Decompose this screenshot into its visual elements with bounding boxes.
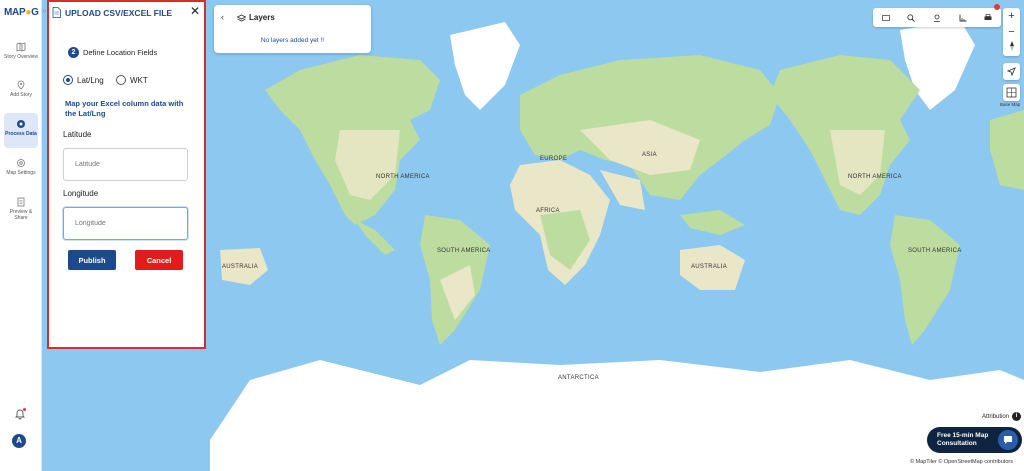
map-label-australia-right: AUSTRALIA [691,264,728,270]
panel-title: UPLOAD CSV/EXCEL FILE [65,8,173,18]
radio-wkt-label: WKT [130,75,148,85]
compass-button[interactable] [1003,40,1020,56]
info-icon[interactable]: i [1012,412,1022,421]
cancel-button[interactable]: Cancel [135,250,183,270]
step-label: Define Location Fields [83,48,158,57]
radio-wkt[interactable]: WKT [116,75,148,85]
collapse-chevron-icon[interactable]: » [42,6,46,15]
gear-icon [17,120,25,128]
map-view-icon[interactable] [881,14,890,22]
layers-panel: ‹ Layers No layers added yet !! [214,5,371,53]
back-chevron-icon[interactable]: ‹ [221,12,224,22]
zoom-controls: + − [1003,8,1020,56]
app-logo[interactable]: MAP●G [4,7,39,18]
map-icon [16,42,26,52]
longitude-input[interactable] [63,207,188,240]
radio-latlng-label: Lat/Lng [77,75,104,85]
location-pin-icon [17,80,25,90]
zoom-in-button[interactable]: + [1003,8,1020,24]
sidebar-item-story-overview[interactable]: Story Overview [4,40,38,70]
map-label-australia: AUSTRALIA [222,264,259,270]
map-label-asia: ASIA [642,152,657,158]
radio-wkt-indicator[interactable] [116,75,126,85]
geolocate-button[interactable] [1003,63,1020,80]
attribution-toggle[interactable]: Attribution i [982,412,1022,421]
sidebar-item-preview-share[interactable]: Preview & Share [4,195,38,225]
chat-bubble-icon [1004,436,1012,444]
zoom-out-button[interactable]: − [1003,24,1020,40]
layers-empty-message: No layers added yet !! [260,37,325,44]
settings-icon [17,159,25,167]
map-label-africa: AFRICA [536,208,560,214]
user-avatar[interactable]: A [12,434,26,448]
basemap-button[interactable] [1003,84,1020,101]
layers-title: Layers [249,13,275,22]
sidebar-item-add-story[interactable]: Add Story [4,78,38,108]
map-label-north-america-right: NORTH AMERICA [848,174,902,180]
attribution-label: Attribution [982,413,1010,420]
map-toolbar [873,8,1001,27]
radio-latlng[interactable]: Lat/Lng [63,75,104,85]
map-label-north-america: NORTH AMERICA [376,174,430,180]
sidebar-item-map-settings[interactable]: Map Settings [4,156,38,186]
step-indicator: 2 Define Location Fields [68,47,157,58]
map-credits: © MapTiler © OpenStreetMap contributors [910,459,1013,465]
publish-button[interactable]: Publish [68,250,116,270]
document-icon [17,197,25,207]
latitude-input[interactable] [63,148,188,181]
compass-icon [1009,41,1014,51]
layers-icon [237,14,246,22]
measure-icon[interactable] [959,14,967,22]
basemap-label: Base Map [1000,102,1021,107]
locate-pin-icon[interactable] [933,14,941,22]
close-icon[interactable]: ✕ [190,5,200,17]
map-label-europe: EUROPE [540,156,568,162]
map-label-south-america-right: SOUTH AMERICA [908,248,962,254]
consultation-text: Free 15-min Map Consultation [937,432,989,447]
latitude-label: Latitude [63,130,92,139]
search-icon[interactable] [907,13,916,22]
upload-panel: UPLOAD CSV/EXCEL FILE ✕ 2 Define Locatio… [47,0,206,349]
toolbar-notification-badge [994,4,1000,10]
notification-dot [23,408,26,411]
map-label-antarctica: ANTARCTICA [558,375,599,381]
step-number-badge: 2 [68,47,79,58]
basemap-icon [1006,87,1017,98]
consultation-banner[interactable]: Free 15-min Map Consultation [927,427,1022,453]
file-icon [52,7,61,18]
left-sidebar: MAP●G Story Overview Add Story Process D… [0,0,42,471]
print-icon[interactable] [984,13,992,22]
longitude-label: Longitude [63,189,99,198]
navigation-arrow-icon [1006,67,1016,77]
map-label-south-america: SOUTH AMERICA [437,248,491,254]
radio-latlng-indicator[interactable] [63,75,73,85]
mapping-hint: Map your Excel column data with the Lat/… [65,99,184,118]
chat-button[interactable] [998,430,1018,450]
sidebar-item-process-data[interactable]: Process Data [4,113,38,148]
